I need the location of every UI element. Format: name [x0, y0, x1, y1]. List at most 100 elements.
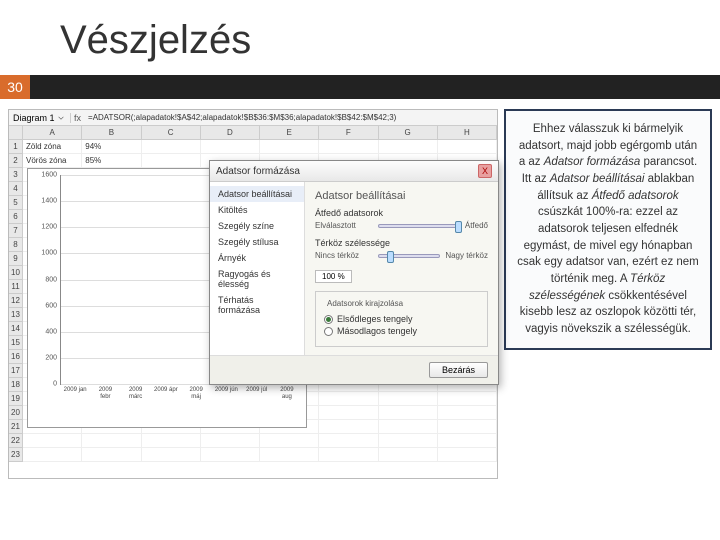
cell[interactable]: [23, 434, 82, 447]
row-header[interactable]: 8: [9, 238, 22, 252]
cell[interactable]: [319, 434, 378, 447]
cell[interactable]: [438, 420, 497, 433]
slider-thumb[interactable]: [387, 251, 394, 263]
slider-left-label: Elválasztott: [315, 221, 373, 230]
formula-input[interactable]: =ADATSOR(;alapadatok!$A$42;alapadatok!$B…: [84, 113, 497, 122]
close-icon[interactable]: X: [478, 164, 492, 178]
cell[interactable]: [379, 448, 438, 461]
x-tick-label: 2009 márc: [124, 387, 148, 400]
name-box[interactable]: Diagram 1: [9, 113, 71, 123]
row-header[interactable]: 16: [9, 350, 22, 364]
cell[interactable]: [23, 448, 82, 461]
nav-item[interactable]: Ragyogás és élesség: [210, 266, 304, 292]
row-header[interactable]: 21: [9, 420, 22, 434]
cell[interactable]: [438, 448, 497, 461]
row-header[interactable]: 11: [9, 280, 22, 294]
cell[interactable]: [319, 140, 378, 153]
overlap-slider[interactable]: [378, 224, 460, 228]
cell[interactable]: [319, 392, 378, 405]
cell[interactable]: [438, 434, 497, 447]
row-header[interactable]: 6: [9, 210, 22, 224]
nav-item[interactable]: Adatsor beállításai: [210, 186, 304, 202]
cell[interactable]: [319, 420, 378, 433]
row-header[interactable]: 2: [9, 154, 22, 168]
slider-right-label: Nagy térköz: [445, 251, 488, 260]
cell[interactable]: [379, 434, 438, 447]
cell[interactable]: [438, 140, 497, 153]
nav-item[interactable]: Térhatás formázása: [210, 292, 304, 318]
cell[interactable]: Zöld zóna: [23, 140, 82, 153]
slider-right-label: Átfedő: [465, 221, 488, 230]
cell[interactable]: [260, 448, 319, 461]
dialog-titlebar[interactable]: Adatsor formázása X: [210, 161, 498, 182]
row-header[interactable]: 14: [9, 322, 22, 336]
radio-primary-axis[interactable]: Elsődleges tengely: [324, 314, 479, 324]
nav-item[interactable]: Szegély stílusa: [210, 234, 304, 250]
col-header[interactable]: E: [260, 126, 319, 139]
fx-label: fx: [71, 113, 84, 123]
cell[interactable]: [379, 406, 438, 419]
row-header[interactable]: 10: [9, 266, 22, 280]
row-header[interactable]: 9: [9, 252, 22, 266]
row-header[interactable]: 15: [9, 336, 22, 350]
header-dark-strip: [30, 75, 720, 99]
nav-item[interactable]: Kitöltés: [210, 202, 304, 218]
row-header[interactable]: 19: [9, 392, 22, 406]
row-header[interactable]: 5: [9, 196, 22, 210]
cell[interactable]: [142, 140, 201, 153]
spreadsheet-window: Diagram 1 fx =ADATSOR(;alapadatok!$A$42;…: [8, 109, 498, 479]
gap-slider[interactable]: [378, 254, 440, 258]
radio-secondary-axis[interactable]: Másodlagos tengely: [324, 326, 479, 336]
cell[interactable]: [260, 140, 319, 153]
col-header[interactable]: C: [142, 126, 201, 139]
cell[interactable]: [201, 434, 260, 447]
cell[interactable]: Vörös zóna: [23, 154, 82, 167]
row-header[interactable]: 12: [9, 294, 22, 308]
cell[interactable]: [142, 434, 201, 447]
row-header[interactable]: 1: [9, 140, 22, 154]
x-tick-label: 2009 júl: [245, 387, 269, 400]
cell[interactable]: 85%: [82, 154, 141, 167]
row-header[interactable]: 17: [9, 364, 22, 378]
cell[interactable]: [201, 448, 260, 461]
nav-item[interactable]: Szegély színe: [210, 218, 304, 234]
cell[interactable]: [82, 448, 141, 461]
row-header[interactable]: 22: [9, 434, 22, 448]
page-number-badge: 30: [0, 75, 30, 99]
col-header[interactable]: H: [438, 126, 497, 139]
row-header[interactable]: 4: [9, 182, 22, 196]
cell[interactable]: [201, 140, 260, 153]
col-header[interactable]: B: [82, 126, 141, 139]
cell[interactable]: [379, 420, 438, 433]
cell[interactable]: [379, 140, 438, 153]
cell[interactable]: 94%: [82, 140, 141, 153]
gap-value-box[interactable]: 100 %: [315, 270, 352, 283]
cell[interactable]: [260, 434, 319, 447]
chevron-down-icon: [58, 115, 64, 121]
col-header[interactable]: G: [379, 126, 438, 139]
row-header[interactable]: 18: [9, 378, 22, 392]
cell[interactable]: [142, 154, 201, 167]
row-header[interactable]: 7: [9, 224, 22, 238]
header-bar: 30: [0, 75, 720, 99]
cell[interactable]: [438, 406, 497, 419]
row-header[interactable]: 13: [9, 308, 22, 322]
col-header[interactable]: D: [201, 126, 260, 139]
formula-bar: Diagram 1 fx =ADATSOR(;alapadatok!$A$42;…: [9, 110, 497, 126]
cell[interactable]: [82, 434, 141, 447]
close-button[interactable]: Bezárás: [429, 362, 488, 378]
nav-item[interactable]: Árnyék: [210, 250, 304, 266]
col-header[interactable]: A: [23, 126, 82, 139]
gap-label: Térköz szélessége: [315, 238, 488, 248]
row-header[interactable]: 20: [9, 406, 22, 420]
cell[interactable]: [379, 392, 438, 405]
cell[interactable]: [438, 392, 497, 405]
cell[interactable]: [142, 448, 201, 461]
dialog-nav: Adatsor beállításai Kitöltés Szegély szí…: [210, 182, 305, 355]
cell[interactable]: [319, 406, 378, 419]
row-header[interactable]: 23: [9, 448, 22, 462]
cell[interactable]: [319, 448, 378, 461]
col-header[interactable]: F: [319, 126, 378, 139]
slider-thumb[interactable]: [455, 221, 462, 233]
row-header[interactable]: 3: [9, 168, 22, 182]
